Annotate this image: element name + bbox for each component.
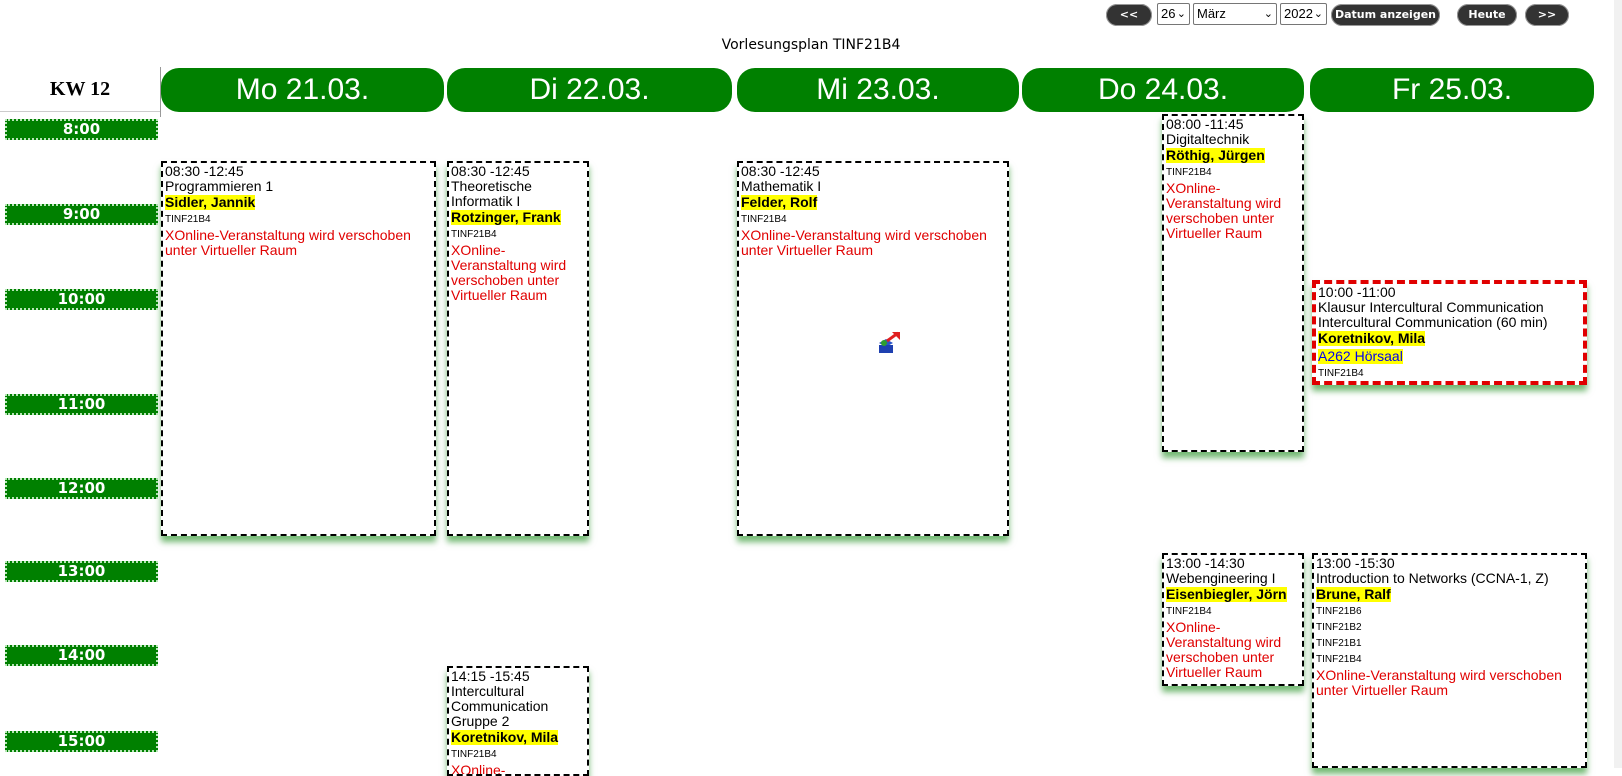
event-course: Klausur Intercultural Communication [1318, 299, 1544, 315]
day-header-mon: Mo 21.03. [161, 68, 444, 112]
year-select[interactable]: 2022 ⌄ [1280, 3, 1327, 25]
event-time: 13:00 -15:30 [1316, 555, 1395, 571]
page-title: Vorlesungsplan TINF21B4 [721, 37, 901, 53]
event-mathematik-1[interactable]: 08:30 -12:45 Mathematik I Felder, Rolf T… [737, 161, 1009, 536]
event-course: Programmieren 1 [165, 178, 274, 194]
time-label: 12:00 [5, 478, 158, 499]
event-course: Webengineering I [1166, 570, 1276, 586]
event-group: TINF21B2 [1316, 622, 1362, 633]
show-date-button[interactable]: Datum anzeigen [1331, 4, 1440, 26]
event-webengineering-1[interactable]: 13:00 -14:30 Webengineering I Eisenbiegl… [1162, 553, 1304, 686]
day-header-fri: Fr 25.03. [1310, 68, 1594, 112]
divider [0, 111, 160, 112]
event-group: TINF21B6 [1316, 606, 1362, 617]
chevron-down-icon: ⌄ [1176, 8, 1186, 20]
year-select-value: 2022 [1284, 6, 1313, 21]
event-time: 14:15 -15:45 [451, 668, 530, 684]
event-note[interactable]: XOnline-Veranstaltung wird verschoben un… [165, 228, 432, 258]
event-course: Introduction to Networks (CCNA-1, Z) [1316, 570, 1549, 586]
event-group: TINF21B4 [1318, 368, 1364, 379]
event-group: TINF21B4 [1166, 606, 1212, 617]
event-klausur-intercultural-communication[interactable]: 10:00 -11:00 Klausur Intercultural Commu… [1312, 280, 1587, 385]
event-group: TINF21B4 [1166, 167, 1212, 178]
event-lecturer: Röthig, Jürgen [1166, 147, 1265, 163]
event-group: TINF21B4 [165, 214, 211, 225]
event-lecturer: Felder, Rolf [741, 194, 818, 210]
event-time: 10:00 -11:00 [1318, 284, 1396, 300]
event-introduction-to-networks[interactable]: 13:00 -15:30 Introduction to Networks (C… [1312, 553, 1587, 768]
week-label: KW 12 [49, 78, 111, 100]
event-note[interactable]: XOnline-Veranstaltung wird verschoben un… [1316, 668, 1583, 698]
day-header-tue: Di 22.03. [447, 68, 732, 112]
day-header-thu: Do 24.03. [1022, 68, 1304, 112]
event-note[interactable]: XOnline-Veranstaltung wird verschoben un… [1166, 181, 1300, 241]
event-lecturer: Koretnikov, Mila [451, 729, 559, 745]
event-note[interactable]: XOnline-Veranstaltung wird verschoben un… [741, 228, 1005, 258]
event-course: Intercultural Communication Gruppe 2 [451, 683, 549, 729]
month-select[interactable]: März ⌄ [1193, 3, 1277, 25]
chevron-down-icon: ⌄ [1263, 8, 1273, 20]
today-button[interactable]: Heute [1457, 4, 1517, 26]
event-time: 13:00 -14:30 [1166, 555, 1245, 571]
event-group: TINF21B4 [451, 749, 497, 760]
event-course: Mathematik I [741, 178, 822, 194]
time-label: 15:00 [5, 731, 158, 752]
day-select-value: 26 [1161, 6, 1176, 21]
event-course: Digitaltechnik [1166, 131, 1250, 147]
prev-week-button[interactable]: << [1106, 4, 1152, 26]
event-programmieren-1[interactable]: 08:30 -12:45 Programmieren 1 Sidler, Jan… [161, 161, 436, 536]
chevron-down-icon: ⌄ [1313, 8, 1323, 20]
event-time: 08:00 -11:45 [1166, 116, 1244, 132]
event-room[interactable]: A262 Hörsaal [1318, 349, 1403, 364]
event-lecturer: Koretnikov, Mila [1318, 330, 1426, 346]
time-label: 13:00 [5, 561, 158, 582]
event-lecturer: Rotzinger, Frank [451, 209, 561, 225]
event-course: Theoretische Informatik I [451, 178, 532, 209]
event-time: 08:30 -12:45 [165, 163, 244, 179]
time-label: 9:00 [5, 204, 158, 225]
scrollbar[interactable] [1614, 0, 1622, 768]
event-time: 08:30 -12:45 [741, 163, 820, 179]
time-label: 14:00 [5, 645, 158, 666]
event-lecturer: Eisenbiegler, Jörn [1166, 586, 1287, 602]
time-label: 10:00 [5, 289, 158, 310]
day-header-wed: Mi 23.03. [737, 68, 1019, 112]
month-select-value: März [1197, 6, 1226, 21]
event-group: TINF21B1 [1316, 638, 1362, 649]
event-course-detail: Intercultural Communication (60 min) [1318, 314, 1548, 330]
event-note[interactable]: XOnline- [451, 763, 585, 775]
event-intercultural-communication[interactable]: 14:15 -15:45 Intercultural Communication… [447, 666, 589, 776]
event-digitaltechnik[interactable]: 08:00 -11:45 Digitaltechnik Röthig, Jürg… [1162, 114, 1304, 452]
event-lecturer: Sidler, Jannik [165, 194, 256, 210]
event-note[interactable]: XOnline-Veranstaltung wird verschoben un… [1166, 620, 1300, 680]
event-note[interactable]: XOnline-Veranstaltung wird verschoben un… [451, 243, 585, 303]
share-icon[interactable] [876, 331, 902, 355]
event-theoretische-informatik[interactable]: 08:30 -12:45 Theoretische Informatik I R… [447, 161, 589, 536]
next-week-button[interactable]: >> [1525, 4, 1569, 26]
time-label: 11:00 [5, 394, 158, 415]
event-group: TINF21B4 [1316, 654, 1362, 665]
event-group: TINF21B4 [741, 214, 787, 225]
event-group: TINF21B4 [451, 229, 497, 240]
event-lecturer: Brune, Ralf [1316, 586, 1391, 602]
time-label: 8:00 [5, 119, 158, 140]
day-select[interactable]: 26 ⌄ [1157, 3, 1190, 25]
event-time: 08:30 -12:45 [451, 163, 530, 179]
